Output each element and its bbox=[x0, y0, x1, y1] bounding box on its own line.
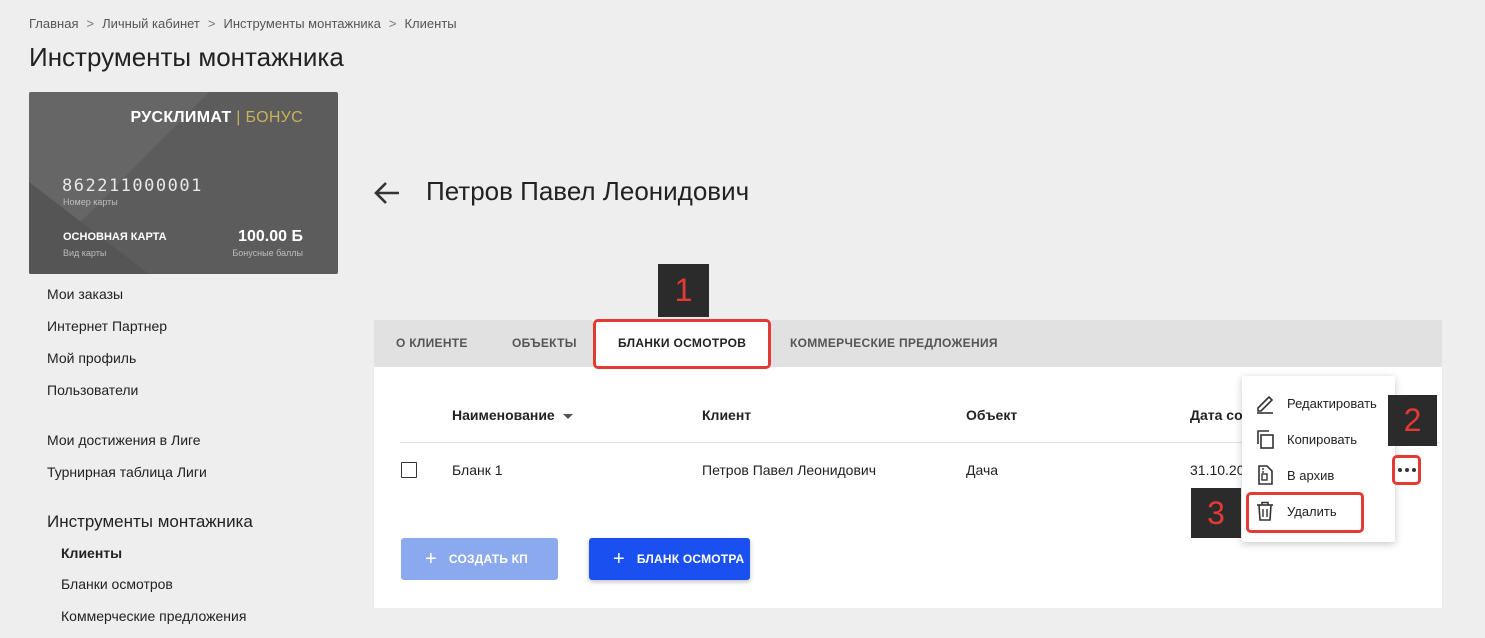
breadcrumb-home[interactable]: Главная bbox=[29, 16, 78, 31]
more-dots-icon bbox=[1397, 468, 1416, 472]
pencil-icon bbox=[1257, 395, 1274, 414]
callout-1: 1 bbox=[658, 264, 709, 317]
breadcrumb-clients: Клиенты bbox=[404, 16, 457, 31]
brand-name: РУСКЛИМАТ bbox=[130, 109, 232, 126]
page-title: Инструменты монтажника bbox=[29, 42, 344, 72]
plus-icon: + bbox=[425, 548, 437, 570]
highlight-tab bbox=[593, 319, 771, 369]
inspection-form-label: БЛАНК ОСМОТРА bbox=[636, 552, 745, 566]
inspection-form-button[interactable]: + БЛАНК ОСМОТРА bbox=[589, 538, 750, 580]
menu-item-copy-label: Копировать bbox=[1287, 431, 1357, 447]
sidebar-item-clients[interactable]: Клиенты bbox=[61, 545, 122, 561]
card-type: ОСНОВНАЯ КАРТА bbox=[63, 231, 167, 243]
callout-2: 2 bbox=[1388, 395, 1437, 446]
column-header-name[interactable]: Наименование bbox=[452, 407, 573, 423]
column-header-date: Дата со bbox=[1190, 407, 1243, 423]
callout-3: 3 bbox=[1191, 488, 1241, 538]
sidebar-item-commercial-offers[interactable]: Коммерческие предложения bbox=[61, 608, 246, 624]
breadcrumb: Главная > Личный кабинет > Инструменты м… bbox=[29, 16, 457, 31]
cell-name[interactable]: Бланк 1 bbox=[452, 462, 503, 478]
breadcrumb-tools[interactable]: Инструменты монтажника bbox=[223, 16, 380, 31]
menu-item-copy[interactable]: Копировать bbox=[1242, 422, 1395, 456]
sidebar-section-tools[interactable]: Инструменты монтажника bbox=[47, 512, 253, 532]
sidebar-item-league-achievements[interactable]: Мои достижения в Лиге bbox=[47, 432, 201, 448]
card-type-label: Вид карты bbox=[63, 248, 107, 258]
create-kp-button[interactable]: + СОЗДАТЬ КП bbox=[401, 538, 558, 580]
card-points-label: Бонусные баллы bbox=[232, 248, 303, 258]
card-number: 862211000001 bbox=[62, 176, 203, 196]
breadcrumb-separator: > bbox=[207, 16, 216, 31]
menu-item-edit-label: Редактировать bbox=[1287, 395, 1377, 411]
menu-item-archive-label: В архив bbox=[1287, 467, 1335, 483]
card-number-label: Номер карты bbox=[63, 197, 118, 207]
sidebar-item-orders[interactable]: Мои заказы bbox=[47, 286, 123, 302]
cell-date: 31.10.20 bbox=[1190, 462, 1245, 478]
column-header-object: Объект bbox=[966, 407, 1018, 423]
tab-commercial-offers[interactable]: КОММЕРЧЕСКИЕ ПРЕДЛОЖЕНИЯ bbox=[790, 320, 998, 367]
column-header-name-label: Наименование bbox=[452, 407, 555, 423]
menu-item-archive[interactable]: В архив bbox=[1242, 458, 1395, 492]
client-name-title: Петров Павел Леонидович bbox=[426, 176, 750, 206]
tab-about-client[interactable]: О КЛИЕНТЕ bbox=[396, 320, 468, 367]
cell-object: Дача bbox=[966, 462, 999, 478]
brand-divider: | bbox=[236, 109, 241, 126]
tab-bar: О КЛИЕНТЕ ОБЪЕКТЫ БЛАНКИ ОСМОТРОВ КОММЕР… bbox=[374, 320, 1442, 367]
breadcrumb-separator: > bbox=[86, 16, 95, 31]
plus-icon: + bbox=[613, 548, 625, 570]
sidebar-item-profile[interactable]: Мой профиль bbox=[47, 350, 136, 366]
card-points: 100.00 Б bbox=[238, 228, 303, 245]
row-checkbox[interactable] bbox=[401, 462, 417, 478]
sort-down-icon[interactable] bbox=[562, 413, 573, 419]
tab-objects[interactable]: ОБЪЕКТЫ bbox=[512, 320, 577, 367]
card-brand-logo: РУСКЛИМАТ | БОНУС bbox=[130, 109, 303, 127]
breadcrumb-separator: > bbox=[388, 16, 397, 31]
copy-icon bbox=[1257, 430, 1274, 449]
create-kp-label: СОЗДАТЬ КП bbox=[448, 552, 528, 566]
menu-item-edit[interactable]: Редактировать bbox=[1242, 386, 1395, 420]
more-actions-button[interactable] bbox=[1392, 455, 1421, 485]
highlight-delete bbox=[1246, 492, 1364, 533]
sidebar-item-league-table[interactable]: Турнирная таблица Лиги bbox=[47, 464, 207, 480]
archive-file-icon bbox=[1258, 465, 1273, 485]
breadcrumb-cabinet[interactable]: Личный кабинет bbox=[102, 16, 200, 31]
sidebar-item-users[interactable]: Пользователи bbox=[47, 382, 138, 398]
column-header-client: Клиент bbox=[702, 407, 752, 423]
cell-client: Петров Павел Леонидович bbox=[702, 462, 877, 478]
brand-bonus: БОНУС bbox=[245, 109, 303, 126]
bonus-card: РУСКЛИМАТ | БОНУС 862211000001 Номер кар… bbox=[29, 92, 338, 274]
sidebar-item-inspection-forms[interactable]: Бланки осмотров bbox=[61, 576, 173, 592]
sidebar-item-internet-partner[interactable]: Интернет Партнер bbox=[47, 318, 167, 334]
back-arrow-icon[interactable] bbox=[372, 178, 402, 208]
